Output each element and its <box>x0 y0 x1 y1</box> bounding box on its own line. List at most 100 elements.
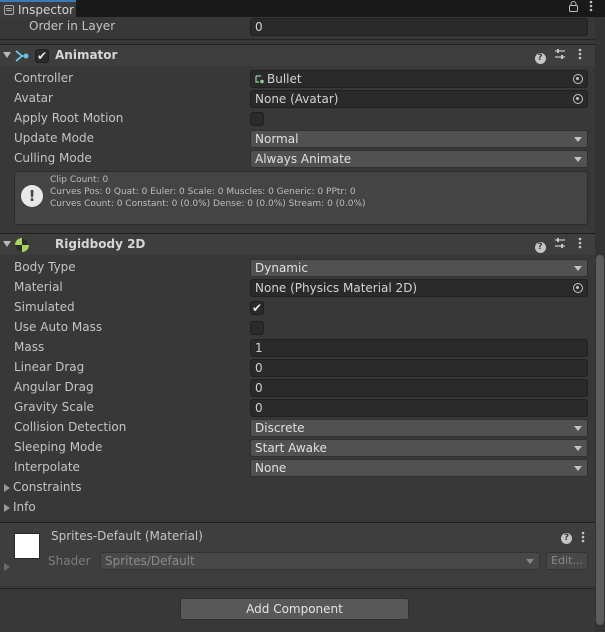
apply-root-motion-row: Apply Root Motion <box>0 109 595 129</box>
object-picker-icon[interactable] <box>573 283 583 293</box>
gravity-scale-label: Gravity Scale <box>14 400 94 414</box>
constraints-foldout[interactable]: Constraints <box>0 478 595 498</box>
collision-detection-value: Discrete <box>255 421 305 435</box>
animator-enable-checkbox[interactable]: ✔ <box>35 49 49 63</box>
info-label: Info <box>13 500 36 514</box>
use-auto-mass-label: Use Auto Mass <box>14 320 103 334</box>
linear-drag-row: Linear Drag 0 <box>0 358 595 378</box>
chevron-down-icon <box>526 559 534 564</box>
sleeping-mode-dropdown[interactable]: Start Awake <box>250 439 588 457</box>
body-type-value: Dynamic <box>255 261 308 275</box>
divider <box>0 588 595 589</box>
fold-arrow-icon[interactable] <box>3 241 11 247</box>
interpolate-row: Interpolate None <box>0 458 595 478</box>
component-menu-icon[interactable] <box>581 531 585 546</box>
body-type-dropdown[interactable]: Dynamic <box>250 259 588 277</box>
add-component-button[interactable]: Add Component <box>180 598 409 620</box>
tab-inspector-label: Inspector <box>18 2 74 17</box>
collision-detection-dropdown[interactable]: Discrete <box>250 419 588 437</box>
physics-material-field[interactable]: None (Physics Material 2D) <box>250 279 588 297</box>
culling-mode-row: Culling Mode Always Animate <box>0 149 595 169</box>
lock-icon[interactable] <box>569 0 578 17</box>
scrollbar[interactable] <box>595 17 605 632</box>
use-auto-mass-checkbox[interactable] <box>250 321 264 335</box>
divider <box>0 39 595 40</box>
simulated-checkbox[interactable]: ✔ <box>250 301 264 315</box>
order-in-layer-row: Order in Layer 0 <box>0 17 595 37</box>
sleeping-mode-value: Start Awake <box>255 441 327 455</box>
constraints-label: Constraints <box>13 480 82 494</box>
material-label: Material <box>14 280 63 294</box>
avatar-field[interactable]: None (Avatar) <box>250 90 588 108</box>
linear-drag-label: Linear Drag <box>14 360 85 374</box>
rigidbody-icon <box>14 237 30 253</box>
mass-row: Mass 1 <box>0 338 595 358</box>
help-icon[interactable]: ? <box>561 529 572 544</box>
material-row: Material None (Physics Material 2D) <box>0 278 595 298</box>
simulated-label: Simulated <box>14 300 75 314</box>
help-icon[interactable]: ? <box>533 48 547 64</box>
angular-drag-label: Angular Drag <box>14 380 94 394</box>
mass-label: Mass <box>14 340 45 354</box>
body-type-label: Body Type <box>14 260 76 274</box>
chevron-down-icon <box>574 137 582 142</box>
shader-value: Sprites/Default <box>105 554 195 568</box>
info-foldout[interactable]: Info <box>0 498 595 518</box>
material-name: Sprites-Default (Material) <box>51 529 203 543</box>
order-in-layer-label: Order in Layer <box>29 19 116 33</box>
culling-mode-value: Always Animate <box>255 152 352 166</box>
info-line: Curves Count: 0 Constant: 0 (0.0%) Dense… <box>50 199 366 209</box>
chevron-right-icon <box>4 504 10 512</box>
controller-field[interactable]: Bullet <box>250 70 588 88</box>
animator-controller-icon <box>255 75 264 84</box>
controller-label: Controller <box>14 71 74 85</box>
chevron-right-icon[interactable] <box>4 563 10 571</box>
chevron-down-icon <box>574 157 582 162</box>
animator-header[interactable]: ✔ Animator ? <box>0 44 595 66</box>
update-mode-label: Update Mode <box>14 131 94 145</box>
mass-field[interactable]: 1 <box>250 339 588 357</box>
linear-drag-field[interactable]: 0 <box>250 359 588 377</box>
chevron-down-icon <box>574 466 582 471</box>
culling-mode-dropdown[interactable]: Always Animate <box>250 150 588 168</box>
apply-root-motion-label: Apply Root Motion <box>14 111 124 125</box>
inspector-icon <box>4 4 14 15</box>
avatar-label: Avatar <box>14 91 53 105</box>
rigidbody-title: Rigidbody 2D <box>55 237 146 251</box>
gravity-scale-row: Gravity Scale 0 <box>0 398 595 418</box>
material-value: None (Physics Material 2D) <box>255 281 418 295</box>
update-mode-dropdown[interactable]: Normal <box>250 130 588 148</box>
component-menu-icon[interactable] <box>573 237 587 253</box>
body-type-row: Body Type Dynamic <box>0 258 595 278</box>
interpolate-dropdown[interactable]: None <box>250 459 588 477</box>
preset-icon[interactable] <box>553 237 567 253</box>
object-picker-icon[interactable] <box>573 94 583 104</box>
shader-label: Shader <box>48 554 91 568</box>
component-menu-icon[interactable] <box>573 48 587 64</box>
tab-inspector[interactable]: Inspector <box>0 0 76 17</box>
fold-arrow-icon[interactable] <box>3 52 11 58</box>
info-icon: ! <box>21 185 43 207</box>
scrollbar-thumb[interactable] <box>596 255 604 625</box>
chevron-down-icon <box>574 266 582 271</box>
use-auto-mass-row: Use Auto Mass <box>0 318 595 338</box>
update-mode-row: Update Mode Normal <box>0 129 595 149</box>
sleeping-mode-row: Sleeping Mode Start Awake <box>0 438 595 458</box>
chevron-right-icon <box>4 484 10 492</box>
animator-title: Animator <box>55 48 118 62</box>
angular-drag-field[interactable]: 0 <box>250 379 588 397</box>
gravity-scale-field[interactable]: 0 <box>250 399 588 417</box>
kebab-menu-icon[interactable] <box>589 0 593 17</box>
sleeping-mode-label: Sleeping Mode <box>14 440 103 454</box>
preset-icon[interactable] <box>553 48 567 64</box>
help-icon[interactable]: ? <box>533 237 547 253</box>
apply-root-motion-checkbox[interactable] <box>250 112 264 126</box>
simulated-row: Simulated ✔ <box>0 298 595 318</box>
edit-shader-button[interactable]: Edit... <box>546 552 588 570</box>
culling-mode-label: Culling Mode <box>14 151 92 165</box>
order-in-layer-field[interactable]: 0 <box>250 18 588 36</box>
rigidbody-header[interactable]: Rigidbody 2D ? <box>0 233 595 255</box>
object-picker-icon[interactable] <box>573 74 583 84</box>
shader-dropdown[interactable]: Sprites/Default <box>100 552 540 570</box>
collision-detection-row: Collision Detection Discrete <box>0 418 595 438</box>
